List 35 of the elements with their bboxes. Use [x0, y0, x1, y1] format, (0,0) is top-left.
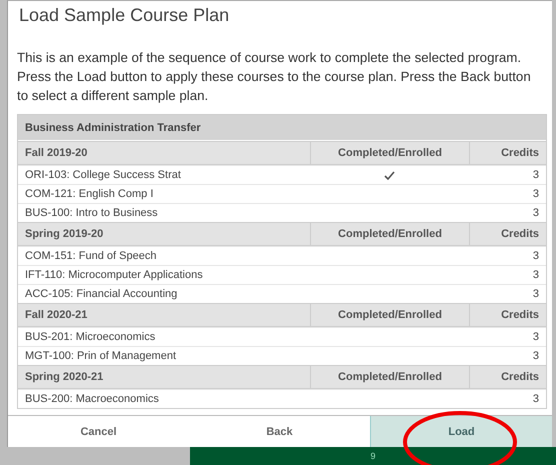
course-name: COM-151: Fund of Speech	[24, 249, 158, 264]
course-name: ORI-103: College Success Strat	[24, 168, 182, 183]
course-name: BUS-201: Microeconomics	[24, 330, 156, 345]
credits: 3	[532, 287, 540, 302]
course-name: ACC-105: Financial Accounting	[24, 287, 178, 302]
credits: 3	[532, 268, 540, 283]
load-button[interactable]: Load	[370, 416, 552, 447]
dialog-title: Load Sample Course Plan	[19, 5, 230, 26]
column-header: Completed/Enrolled	[310, 304, 469, 326]
bar-text: 9	[370, 451, 376, 461]
column-header: Credits	[469, 142, 546, 164]
program-title: Business Administration Transfer	[18, 115, 546, 141]
credits: 3	[532, 206, 540, 221]
column-header: Completed/Enrolled	[310, 223, 469, 245]
description: This is an example of the sequence of course work to complete the selected program. Press the Load button to apply these courses to the course plan. Press the Back button to select a different sample plan.	[17, 49, 532, 105]
column-header: Completed/Enrolled	[310, 366, 469, 388]
credits: 3	[532, 349, 540, 364]
term-name: Spring 2020-21	[24, 370, 104, 385]
credits: 3	[532, 392, 540, 407]
credits: 3	[532, 330, 540, 345]
term-name: Fall 2019-20	[24, 146, 88, 161]
credits: 3	[532, 187, 540, 202]
course-name: COM-121: English Comp I	[24, 187, 154, 202]
term-name: Spring 2019-20	[24, 227, 104, 242]
course-name: BUS-200: Macroeconomics	[24, 392, 160, 407]
course-name: IFT-110: Microcomputer Applications	[24, 268, 204, 283]
term-name: Fall 2020-21	[24, 308, 88, 323]
credits: 3	[532, 168, 540, 183]
column-header: Credits	[469, 223, 546, 245]
column-header: Completed/Enrolled	[310, 142, 469, 164]
credits: 3	[532, 249, 540, 264]
course-name: BUS-100: Intro to Business	[24, 206, 159, 221]
course-name: MGT-100: Prin of Management	[24, 349, 178, 364]
column-header: Credits	[469, 366, 546, 388]
column-header: Credits	[469, 304, 546, 326]
